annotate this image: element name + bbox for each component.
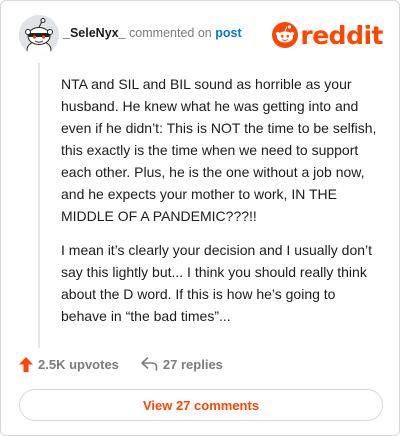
- comment-paragraph-2: I mean it’s clearly your decision and I …: [61, 242, 373, 324]
- comment-body: NTA and SIL and BIL sound as horrible as…: [61, 73, 383, 339]
- reddit-snoo-icon: [272, 22, 299, 48]
- upvote-arrow-icon: [19, 356, 33, 372]
- snoo-avatar-icon: [19, 15, 59, 55]
- reply-arrow-icon: [141, 357, 158, 371]
- replies-button[interactable]: 27 replies: [141, 357, 223, 372]
- comment-meta: _SeleNyx_ commented on post: [63, 26, 242, 40]
- comment-actions: 2.5K upvotes 27 replies: [19, 354, 223, 374]
- thread-line[interactable]: [38, 63, 40, 348]
- comment-card: _SeleNyx_ commented on post reddit NTA a…: [0, 0, 400, 436]
- comment-header: _SeleNyx_ commented on post reddit: [19, 15, 383, 55]
- upvote-count: 2.5K upvotes: [38, 356, 119, 372]
- commented-on-text: commented on: [129, 26, 212, 40]
- reddit-logo[interactable]: reddit: [272, 19, 383, 51]
- post-link[interactable]: post: [215, 26, 241, 40]
- reddit-wordmark: reddit: [300, 20, 383, 50]
- upvote-button[interactable]: 2.5K upvotes: [19, 356, 119, 372]
- reply-count: 27 replies: [162, 356, 223, 372]
- comment-paragraph-1: NTA and SIL and BIL sound as horrible as…: [61, 76, 377, 224]
- user-avatar[interactable]: [19, 15, 59, 55]
- username[interactable]: _SeleNyx_: [63, 26, 126, 40]
- view-comments-button[interactable]: View 27 comments: [19, 389, 383, 421]
